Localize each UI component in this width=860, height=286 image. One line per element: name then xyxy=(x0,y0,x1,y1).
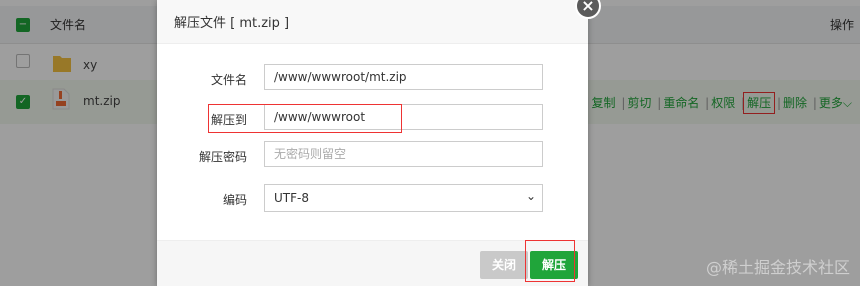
extract-dialog: 解压文件 [ mt.zip ] 文件名 解压到 解压密码 编码 UTF-8 ⌄ … xyxy=(157,0,601,286)
dest-path-field[interactable] xyxy=(264,104,543,130)
password-row: 解压密码 xyxy=(157,139,588,171)
highlight-box xyxy=(525,240,575,282)
encoding-value: UTF-8 xyxy=(274,191,309,205)
encoding-row: 编码 UTF-8 ⌄ xyxy=(157,182,588,214)
dialog-title: 解压文件 [ mt.zip ] xyxy=(157,0,588,44)
filename-field[interactable] xyxy=(264,64,543,90)
password-field[interactable] xyxy=(264,141,543,167)
dest-label: 解压到 xyxy=(210,113,247,127)
chevron-down-icon: ⌄ xyxy=(525,189,536,203)
dest-row: 解压到 xyxy=(157,102,588,134)
filename-row: 文件名 xyxy=(157,62,588,94)
encoding-label: 编码 xyxy=(222,193,247,207)
close-button[interactable]: 关闭 xyxy=(480,251,529,279)
dialog-footer: 关闭 解压 xyxy=(157,240,588,286)
encoding-select[interactable]: UTF-8 ⌄ xyxy=(264,184,543,212)
filename-label: 文件名 xyxy=(210,73,247,87)
password-label: 解压密码 xyxy=(198,150,247,164)
watermark: @稀土掘金技术社区 xyxy=(705,258,850,277)
